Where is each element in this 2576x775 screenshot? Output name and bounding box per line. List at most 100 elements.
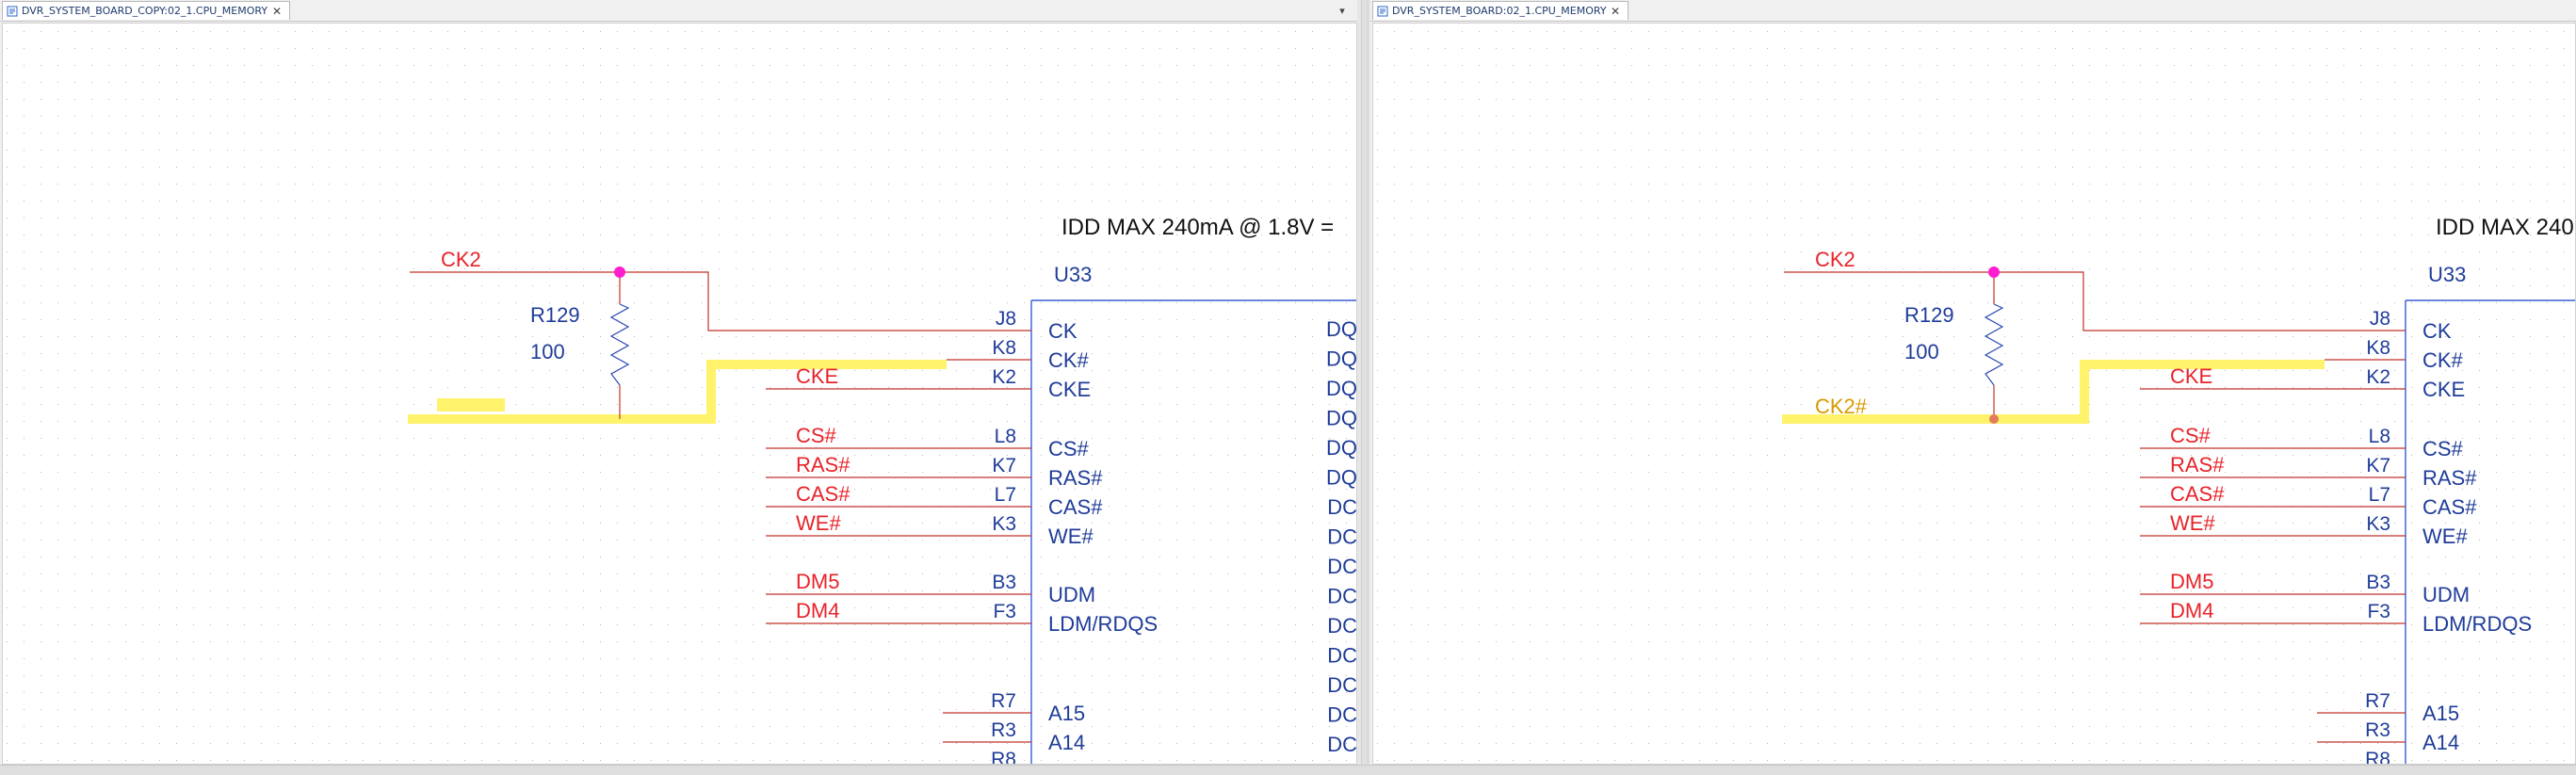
pin-number: K7	[2366, 455, 2390, 476]
pin-number: K3	[2366, 513, 2390, 535]
right-schematic-canvas[interactable]: CK2 CK2# R129 100 IDD MAX 240 U33 J8 CK K8 CK# CKE…	[1372, 23, 2576, 765]
highlighted-net-label	[437, 398, 505, 412]
dq-pin-name: DC	[1327, 703, 1357, 727]
pin-number: K2	[2366, 366, 2390, 388]
status-bar	[0, 765, 2576, 775]
dq-pin-name: DC	[1327, 555, 1357, 578]
pin-number: L8	[995, 426, 1016, 447]
right-tab-bar: DVR_SYSTEM_BOARD:02_1.CPU_MEMORY ✕	[1370, 0, 2576, 22]
dq-pin-name: DC	[1327, 644, 1357, 668]
pin-name: A15	[1048, 702, 1085, 725]
power-note: IDD MAX 240	[2436, 215, 2574, 240]
dq-pin-name: DC	[1327, 495, 1357, 519]
pin-name: CK#	[1048, 348, 1090, 372]
junction-dot	[1988, 266, 2000, 278]
grid-dots	[1377, 31, 2565, 761]
dq-pin-name: DQ	[1326, 436, 1357, 460]
grid-dot-pattern	[1377, 31, 2565, 761]
pin-name: LDM/RDQS	[1048, 612, 1158, 636]
net-label: CAS#	[2170, 482, 2225, 506]
net-label: WE#	[796, 511, 841, 535]
pin-number: R7	[991, 690, 1016, 712]
pin-number: R3	[2365, 719, 2390, 741]
net-label: CS#	[796, 424, 837, 447]
pin-number: B3	[992, 572, 1016, 593]
ck-wire	[1994, 271, 2406, 331]
pin-name: LDM/RDQS	[2422, 612, 2532, 636]
pin-name: A15	[2422, 702, 2459, 725]
pin-number: L8	[2369, 426, 2390, 447]
pin-number: B3	[2366, 572, 2390, 593]
pin-name: WE#	[1048, 525, 1094, 548]
resistor-ref: R129	[530, 303, 580, 327]
pin-name: UDM	[1048, 583, 1095, 606]
pin-name: CS#	[2422, 437, 2464, 460]
ref-des: U33	[1054, 263, 1092, 286]
pin-name: CS#	[1048, 437, 1090, 460]
net-label: CKE	[796, 364, 838, 388]
pin-name: CAS#	[2422, 495, 2477, 519]
chevron-down-icon[interactable]: ▾	[1335, 3, 1350, 18]
pin-number: R8	[2365, 749, 2390, 765]
pin-name: UDM	[2422, 583, 2470, 606]
pin-number: K2	[992, 366, 1016, 388]
pin-name: A14	[2422, 731, 2459, 754]
net-label: WE#	[2170, 511, 2215, 535]
close-icon[interactable]: ✕	[1609, 5, 1622, 18]
grid-dots	[7, 31, 1347, 761]
net-label: CAS#	[796, 482, 851, 506]
pin-name: CK	[1048, 319, 1077, 343]
net-label-ck2n: CK2#	[1815, 395, 1868, 418]
left-page-tab[interactable]: DVR_SYSTEM_BOARD_COPY:02_1.CPU_MEMORY ✕	[2, 1, 290, 20]
net-label: CS#	[2170, 424, 2211, 447]
pin-number: L7	[995, 484, 1016, 506]
dq-pin-name: DC	[1327, 673, 1357, 697]
pin-name: RAS#	[2422, 466, 2477, 490]
net-label: DM5	[2170, 570, 2213, 593]
pin-name: CAS#	[1048, 495, 1103, 519]
pin-name: CK#	[2422, 348, 2464, 372]
resistor-value: 100	[530, 340, 565, 363]
resistor-symbol	[1984, 303, 2004, 386]
net-label: CKE	[2170, 364, 2212, 388]
pin-number: R7	[2365, 690, 2390, 712]
pin-name: CK	[2422, 319, 2452, 343]
left-schematic-drawing: CK2 R129 100 IDD MAX 240mA @ 1.8V = U33 J8 CK K…	[7, 31, 1357, 765]
pin-number: J8	[2370, 308, 2390, 330]
dq-pin-name: DQ	[1326, 317, 1357, 341]
right-page-tab[interactable]: DVR_SYSTEM_BOARD:02_1.CPU_MEMORY ✕	[1372, 1, 1628, 20]
dq-pin-name: DQ	[1326, 407, 1357, 430]
probe-dot	[1989, 414, 1999, 424]
pin-name: CKE	[2422, 378, 2465, 401]
pin-number: R8	[991, 749, 1016, 765]
left-schematic-canvas[interactable]: CK2 R129 100 IDD MAX 240mA @ 1.8V = U33 J8 CK K…	[2, 23, 1357, 765]
net-label-ck2: CK2	[1815, 248, 1855, 271]
dq-pin-name: DC	[1327, 733, 1357, 756]
resistor-symbol	[609, 303, 630, 386]
dq-pin-name: DC	[1327, 525, 1357, 549]
grid-dot-pattern	[7, 31, 1347, 761]
right-schematic-drawing: CK2 CK2# R129 100 IDD MAX 240 U33 J8 CK K8 CK# CKE…	[1377, 31, 2575, 765]
pin-number: L7	[2369, 484, 2390, 506]
dq-pin-name: DC	[1327, 585, 1357, 608]
net-label-ck2: CK2	[441, 248, 481, 271]
pin-name: A14	[1048, 731, 1085, 754]
pane-splitter[interactable]	[1357, 0, 1370, 774]
junction-dot	[614, 266, 625, 278]
net-label: DM4	[2170, 599, 2213, 622]
schematic-page-icon	[7, 6, 18, 16]
pin-number: K8	[2366, 337, 2390, 359]
resistor-value: 100	[1904, 340, 1939, 363]
dq-pin-name: DC	[1327, 614, 1357, 638]
pin-number: K8	[992, 337, 1016, 359]
schematic-page-icon	[1377, 6, 1388, 16]
ref-des: U33	[2428, 263, 2466, 286]
dq-pin-name: DQ	[1326, 377, 1357, 400]
splitter-grip[interactable]	[1361, 0, 1369, 765]
close-icon[interactable]: ✕	[270, 5, 284, 18]
pin-name: CKE	[1048, 378, 1091, 401]
resistor-ref: R129	[1904, 303, 1954, 327]
left-tab-bar: DVR_SYSTEM_BOARD_COPY:02_1.CPU_MEMORY ✕ …	[0, 0, 1357, 22]
net-label: RAS#	[2170, 453, 2225, 476]
net-label: DM4	[796, 599, 839, 622]
